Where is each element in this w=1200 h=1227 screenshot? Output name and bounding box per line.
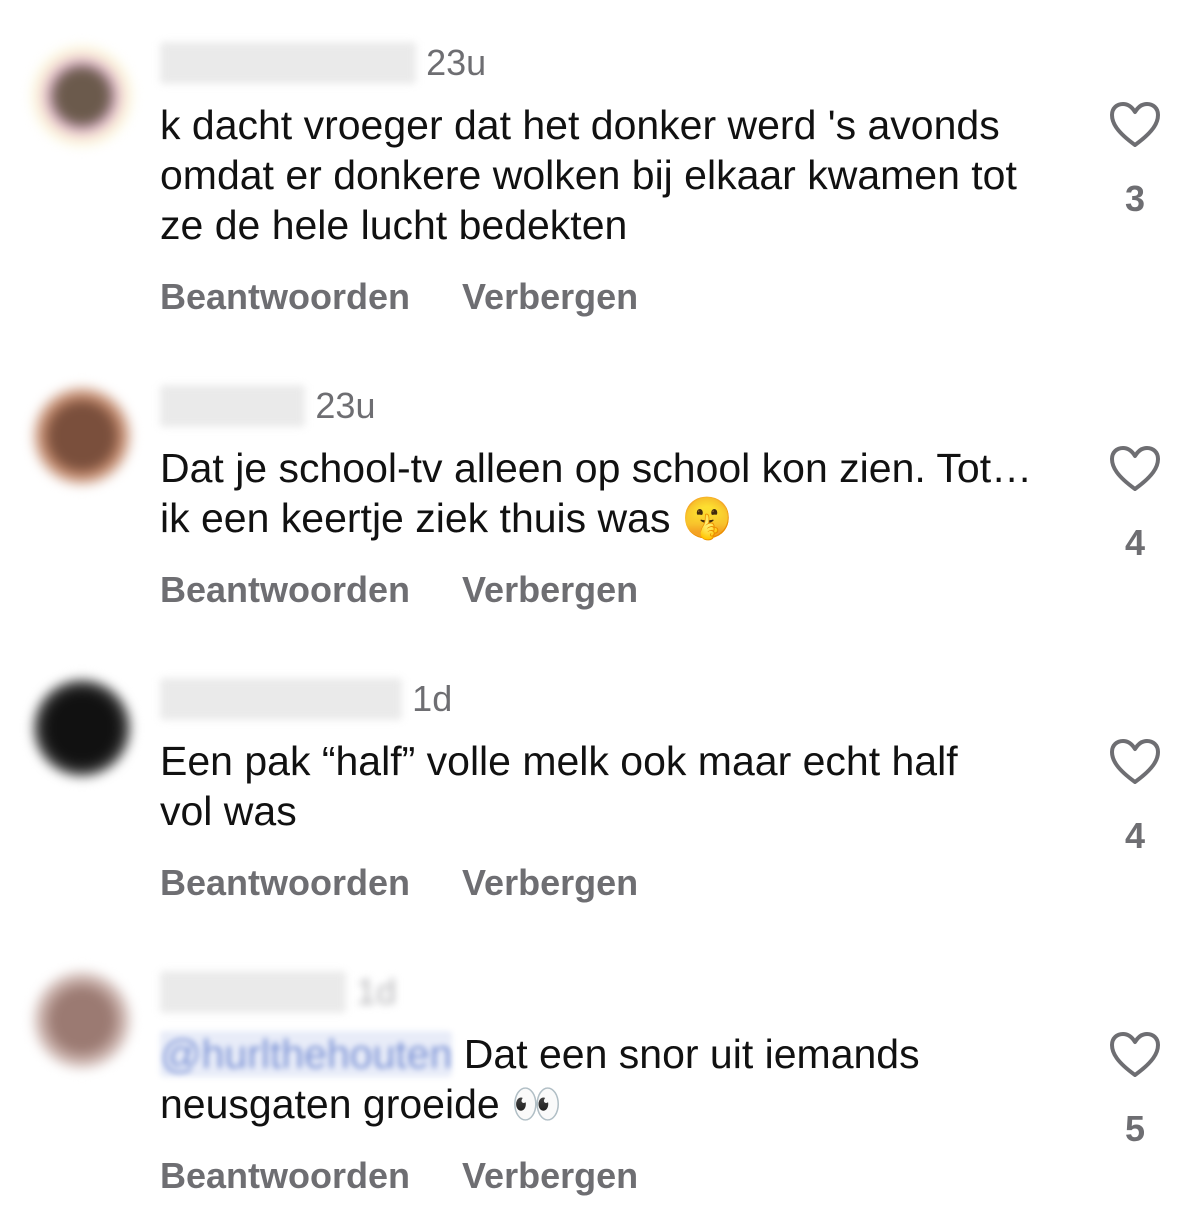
like-control: 5 bbox=[1108, 1032, 1162, 1150]
like-count: 5 bbox=[1124, 1108, 1146, 1149]
timestamp: 1d bbox=[356, 971, 397, 1012]
like-control: 4 bbox=[1108, 446, 1162, 564]
heart-outline-icon[interactable] bbox=[1109, 102, 1161, 148]
comment-text: Een pak “half” volle melk ook maar echt … bbox=[160, 738, 958, 834]
reply-button[interactable]: Beantwoorden bbox=[160, 862, 410, 903]
timestamp: 23u bbox=[315, 385, 376, 426]
comment-meta: sanni_hendriks 1d bbox=[160, 678, 452, 720]
comment-actions: Beantwoorden Verbergen bbox=[160, 569, 638, 611]
heart-outline-icon[interactable] bbox=[1109, 446, 1161, 492]
avatar[interactable] bbox=[30, 384, 134, 488]
hide-button[interactable]: Verbergen bbox=[462, 569, 638, 610]
comment-text: k dacht vroeger dat het donker werd 's a… bbox=[160, 102, 1017, 248]
mention-link[interactable]: @hurlthehouten bbox=[160, 1031, 453, 1077]
like-control: 3 bbox=[1108, 102, 1162, 220]
hide-button[interactable]: Verbergen bbox=[462, 862, 638, 903]
comment-text: @hurlthehouten Dat een snor uit iemands … bbox=[160, 1029, 1020, 1129]
reply-button[interactable]: Beantwoorden bbox=[160, 276, 410, 317]
avatar[interactable] bbox=[30, 44, 134, 148]
username[interactable]: karlijn_ffr bbox=[160, 385, 306, 427]
like-count: 3 bbox=[1124, 178, 1146, 219]
like-count: 4 bbox=[1124, 522, 1146, 563]
avatar[interactable] bbox=[30, 676, 134, 780]
timestamp: 23u bbox=[426, 42, 487, 83]
username[interactable]: ddelita1987 bbox=[160, 971, 347, 1013]
comment-actions: Beantwoorden Verbergen bbox=[160, 1155, 638, 1197]
comment-meta: ddelita1987 1d bbox=[160, 971, 396, 1013]
comment-actions: Beantwoorden Verbergen bbox=[160, 276, 638, 318]
reply-button[interactable]: Beantwoorden bbox=[160, 1155, 410, 1196]
avatar[interactable] bbox=[30, 968, 134, 1072]
username[interactable]: sanni_hendriks bbox=[160, 678, 403, 720]
reply-button[interactable]: Beantwoorden bbox=[160, 569, 410, 610]
timestamp: 1d bbox=[412, 678, 453, 719]
username[interactable]: ilona_amsterdm bbox=[160, 42, 417, 84]
heart-outline-icon[interactable] bbox=[1109, 739, 1161, 785]
like-count: 4 bbox=[1124, 815, 1146, 856]
hide-button[interactable]: Verbergen bbox=[462, 276, 638, 317]
comment-meta: ilona_amsterdm 23u bbox=[160, 42, 486, 84]
like-control: 4 bbox=[1108, 739, 1162, 857]
heart-outline-icon[interactable] bbox=[1109, 1032, 1161, 1078]
comment-text: Dat je school-tv alleen op school kon zi… bbox=[160, 445, 1033, 541]
comment-meta: karlijn_ffr 23u bbox=[160, 385, 375, 427]
comment-actions: Beantwoorden Verbergen bbox=[160, 862, 638, 904]
hide-button[interactable]: Verbergen bbox=[462, 1155, 638, 1196]
